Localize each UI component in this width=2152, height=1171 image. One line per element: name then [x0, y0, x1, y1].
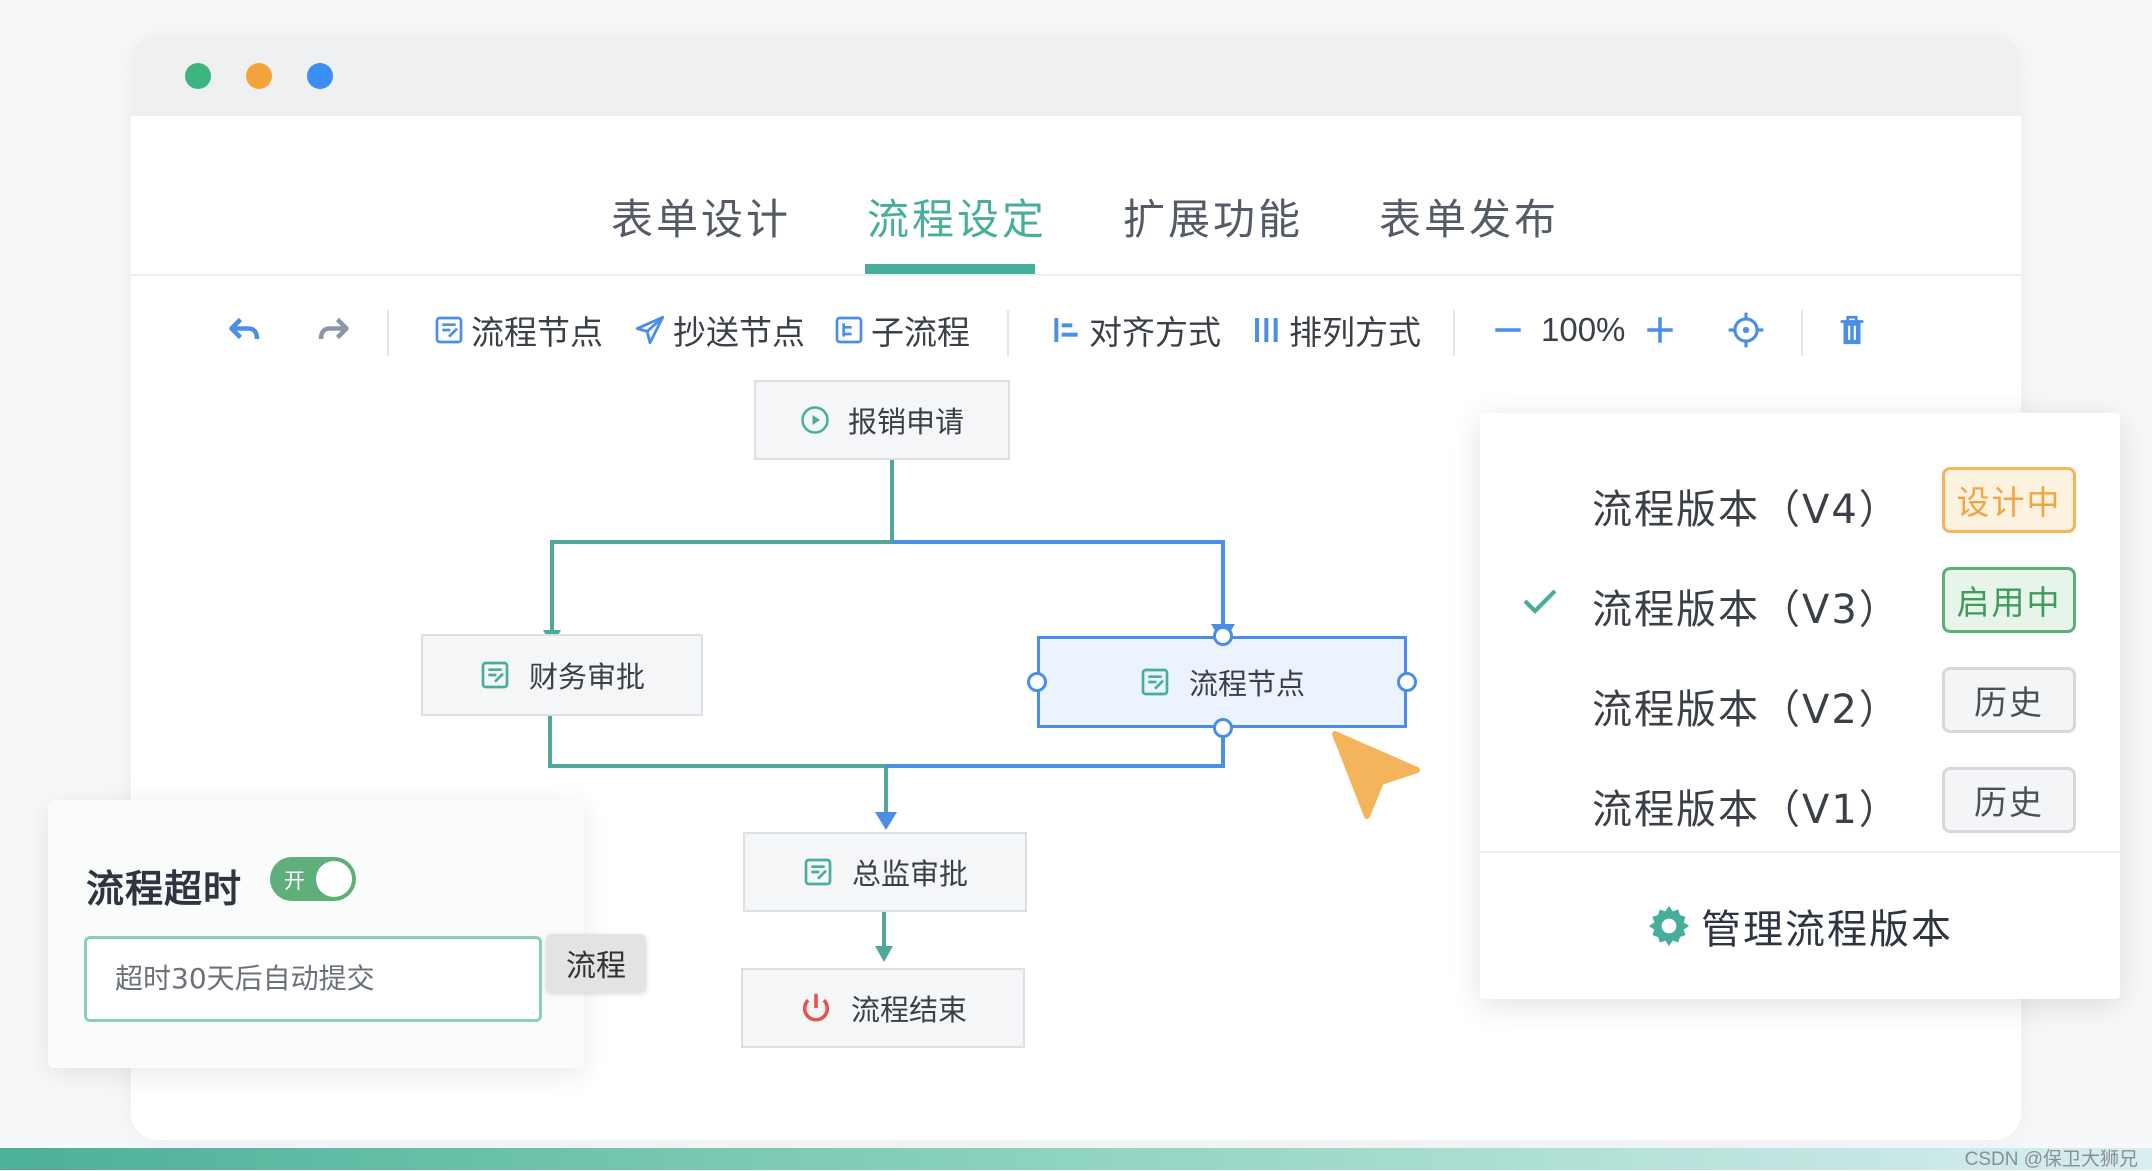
mouse-cursor-icon — [1332, 731, 1420, 819]
tab-form-publish[interactable]: 表单发布 — [1379, 186, 1559, 247]
locate-button[interactable] — [1727, 304, 1771, 356]
version-item-v3[interactable]: 流程版本（V3） 启用中 — [1480, 555, 2120, 655]
sub-flow-label: 子流程 — [871, 313, 970, 352]
bottom-gradient-bar — [0, 1148, 2152, 1170]
connect-handle-top[interactable] — [1213, 626, 1233, 646]
connect-handle-left[interactable] — [1027, 672, 1047, 692]
align-label: 对齐方式 — [1089, 313, 1221, 352]
tab-extensions[interactable]: 扩展功能 — [1123, 186, 1303, 247]
trash-icon — [1840, 315, 1864, 345]
cc-node-button[interactable]: 抄送节点 — [633, 304, 805, 356]
toolbar-divider — [1007, 310, 1009, 356]
version-label: 流程版本（V2） — [1592, 687, 1901, 733]
status-badge-history: 历史 — [1942, 767, 2076, 833]
selected-flow-node[interactable]: 流程节点 — [1037, 636, 1407, 728]
maximize-dot[interactable] — [307, 63, 333, 89]
version-item-v2[interactable]: 流程版本（V2） 历史 — [1480, 655, 2120, 755]
connect-handle-bottom[interactable] — [1213, 718, 1233, 738]
timeout-card: 流程超时 开 超时30天后自动提交 流程 — [48, 800, 646, 1068]
power-icon — [802, 993, 830, 1022]
end-node[interactable]: 流程结束 — [741, 968, 1025, 1048]
minimize-dot[interactable] — [246, 63, 272, 89]
redo-button[interactable] — [315, 304, 357, 356]
undo-button[interactable] — [227, 304, 269, 356]
form-node-icon — [1141, 668, 1169, 696]
toolbar-divider — [1801, 310, 1803, 356]
toggle-label: 开 — [284, 869, 305, 893]
form-node-icon — [481, 661, 509, 689]
toolbar: 流程节点 抄送节点 子流程 对齐方式 排列方式 100% — [131, 276, 2021, 380]
toggle-knob — [316, 861, 352, 897]
start-node-label: 报销申请 — [847, 405, 964, 439]
zoom-level: 100% — [1541, 311, 1626, 348]
status-badge-designing: 设计中 — [1942, 467, 2076, 533]
toolbar-divider — [1453, 310, 1455, 356]
arrange-icon — [1255, 318, 1278, 342]
flow-node-label: 流程节点 — [471, 313, 603, 352]
timeout-toggle[interactable]: 开 — [270, 857, 356, 901]
connect-handle-right[interactable] — [1397, 672, 1417, 692]
align-button[interactable]: 对齐方式 — [1051, 304, 1221, 356]
delete-button[interactable] — [1835, 304, 1875, 356]
arrange-label: 排列方式 — [1289, 313, 1421, 352]
timeout-input[interactable]: 超时30天后自动提交 — [84, 936, 542, 1022]
version-label: 流程版本（V1） — [1592, 787, 1901, 833]
toolbar-divider — [387, 310, 389, 356]
align-icon — [1054, 318, 1078, 342]
zoom-out-button[interactable] — [1491, 304, 1531, 356]
minus-icon — [1495, 328, 1521, 332]
plus-icon — [1647, 317, 1673, 343]
version-label: 流程版本（V3） — [1592, 587, 1901, 633]
form-node-icon — [804, 858, 832, 886]
manage-versions-label: 管理流程版本 — [1701, 907, 1953, 953]
finance-node-label: 财务审批 — [528, 660, 645, 694]
manage-versions-button[interactable]: 管理流程版本 — [1480, 853, 2120, 999]
zoom-in-button[interactable] — [1643, 304, 1683, 356]
finance-approval-node[interactable]: 财务审批 — [421, 634, 703, 716]
selected-node-label: 流程节点 — [1188, 667, 1305, 701]
close-dot[interactable] — [185, 63, 211, 89]
version-panel: 流程版本（V4） 设计中 流程版本（V3） 启用中 流程版本（V2） 历史 流程… — [1480, 413, 2120, 999]
director-approval-node[interactable]: 总监审批 — [743, 832, 1027, 912]
form-node-icon — [435, 316, 463, 344]
sub-flow-button[interactable]: 子流程 — [833, 304, 970, 356]
tooltip: 流程 — [546, 934, 646, 992]
status-badge-active: 启用中 — [1942, 567, 2076, 633]
cc-node-label: 抄送节点 — [673, 313, 805, 352]
timeout-title: 流程超时 — [86, 867, 243, 911]
watermark: CSDN @保卫大狮兄 — [1964, 1149, 2138, 1170]
tab-bar: 表单设计 流程设定 扩展功能 表单发布 — [131, 116, 2021, 276]
gear-icon — [1648, 905, 1690, 947]
active-tab-indicator — [865, 264, 1035, 274]
subflow-icon — [835, 316, 863, 344]
undo-icon — [229, 317, 260, 340]
end-node-label: 流程结束 — [850, 993, 967, 1027]
version-item-v4[interactable]: 流程版本（V4） 设计中 — [1480, 455, 2120, 555]
director-node-label: 总监审批 — [851, 857, 968, 891]
redo-icon — [318, 317, 349, 340]
play-icon — [801, 406, 829, 434]
arrange-button[interactable]: 排列方式 — [1251, 304, 1421, 356]
start-node[interactable]: 报销申请 — [754, 380, 1010, 460]
title-bar — [131, 34, 2021, 116]
version-label: 流程版本（V4） — [1592, 487, 1901, 533]
send-icon — [635, 315, 665, 345]
status-badge-history: 历史 — [1942, 667, 2076, 733]
flow-node-button[interactable]: 流程节点 — [433, 304, 603, 356]
version-item-v1[interactable]: 流程版本（V1） 历史 — [1480, 755, 2120, 855]
tab-flow-setting[interactable]: 流程设定 — [867, 186, 1047, 247]
check-icon — [1523, 589, 1557, 614]
tab-form-design[interactable]: 表单设计 — [611, 186, 791, 247]
crosshair-icon — [1728, 312, 1764, 348]
